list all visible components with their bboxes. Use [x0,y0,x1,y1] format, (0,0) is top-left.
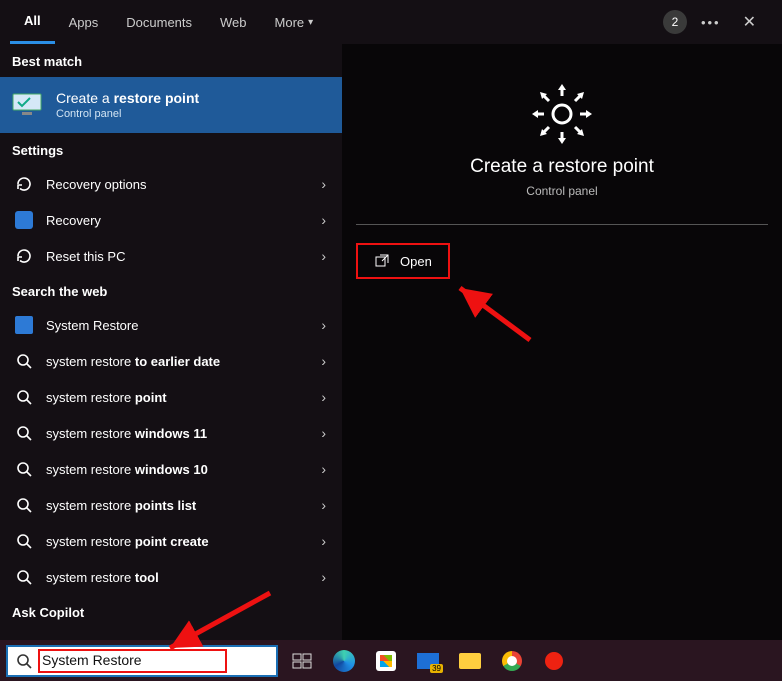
web-result[interactable]: system restore windows 10› [0,451,342,487]
results-list: Best match Create a restore point Contro… [0,44,342,640]
notification-badge[interactable]: 2 [663,10,687,34]
chevron-right-icon: › [313,533,334,549]
chevron-down-icon: ▾ [308,17,313,28]
web-result[interactable]: system restore tool› [0,559,342,595]
file-explorer-icon[interactable] [452,645,488,677]
search-icon [12,461,36,477]
more-options-icon[interactable]: ••• [701,15,721,30]
preview-pane: Create a restore point Control panel Ope… [342,44,782,640]
reset-icon [12,247,36,265]
result-text: system restore points list [46,498,313,513]
search-icon [12,497,36,513]
result-text: System Restore [46,318,313,333]
recovery-icon [12,175,36,193]
best-match-label: Best match [0,44,342,77]
gear-icon [530,82,594,146]
web-result[interactable]: System Restore› [0,307,342,343]
system-restore-icon [12,316,36,334]
web-result[interactable]: system restore points list› [0,487,342,523]
result-recovery-options[interactable]: Recovery options › [0,166,342,202]
task-view-icon[interactable] [284,645,320,677]
best-match-subtitle: Control panel [56,108,199,120]
tab-documents[interactable]: Documents [112,0,206,44]
web-result[interactable]: system restore point› [0,379,342,415]
chevron-right-icon: › [313,389,334,405]
close-icon[interactable]: ✕ [735,8,764,36]
taskbar-search-input[interactable] [42,652,223,668]
chevron-right-icon: › [313,248,334,264]
chevron-right-icon: › [313,461,334,477]
search-icon [12,353,36,369]
open-icon [374,253,390,269]
taskbar: 39 [0,640,782,681]
result-reset-pc[interactable]: Reset this PC › [0,238,342,274]
result-text: system restore windows 10 [46,462,313,477]
divider [356,224,768,225]
chevron-right-icon: › [313,212,334,228]
chrome-icon[interactable] [494,645,530,677]
monitor-icon [12,92,46,118]
web-result[interactable]: system restore to earlier date› [0,343,342,379]
tab-all[interactable]: All [10,0,55,44]
search-icon [16,653,32,669]
settings-label: Settings [0,133,342,166]
search-web-label: Search the web [0,274,342,307]
tab-more[interactable]: More▾ [261,0,328,44]
result-text: system restore windows 11 [46,426,313,441]
record-icon[interactable] [536,645,572,677]
result-recovery[interactable]: Recovery › [0,202,342,238]
tab-web[interactable]: Web [206,0,261,44]
chevron-right-icon: › [313,353,334,369]
windows-search-panel: All Apps Documents Web More▾ 2 ••• ✕ Bes… [0,0,782,640]
tab-apps[interactable]: Apps [55,0,113,44]
search-tabs: All Apps Documents Web More▾ 2 ••• ✕ [0,0,782,44]
best-match-result[interactable]: Create a restore point Control panel [0,77,342,133]
chevron-right-icon: › [313,317,334,333]
search-icon [12,425,36,441]
ask-copilot-label: Ask Copilot [0,595,342,628]
open-button[interactable]: Open [356,243,450,279]
web-result[interactable]: system restore point create› [0,523,342,559]
edge-icon[interactable] [326,645,362,677]
chevron-right-icon: › [313,425,334,441]
preview-title: Create a restore point [356,156,768,178]
result-text: system restore point [46,390,313,405]
search-icon [12,569,36,585]
mail-icon[interactable]: 39 [410,645,446,677]
result-text: system restore point create [46,534,313,549]
result-text: system restore tool [46,570,313,585]
result-text: system restore to earlier date [46,354,313,369]
recovery-app-icon [12,211,36,229]
taskbar-search-box[interactable] [6,645,278,677]
chevron-right-icon: › [313,569,334,585]
search-icon [12,533,36,549]
preview-subtitle: Control panel [356,184,768,198]
search-icon [12,389,36,405]
chevron-right-icon: › [313,497,334,513]
web-result[interactable]: system restore windows 11› [0,415,342,451]
best-match-title: Create a restore point [56,90,199,106]
chevron-right-icon: › [313,176,334,192]
store-icon[interactable] [368,645,404,677]
